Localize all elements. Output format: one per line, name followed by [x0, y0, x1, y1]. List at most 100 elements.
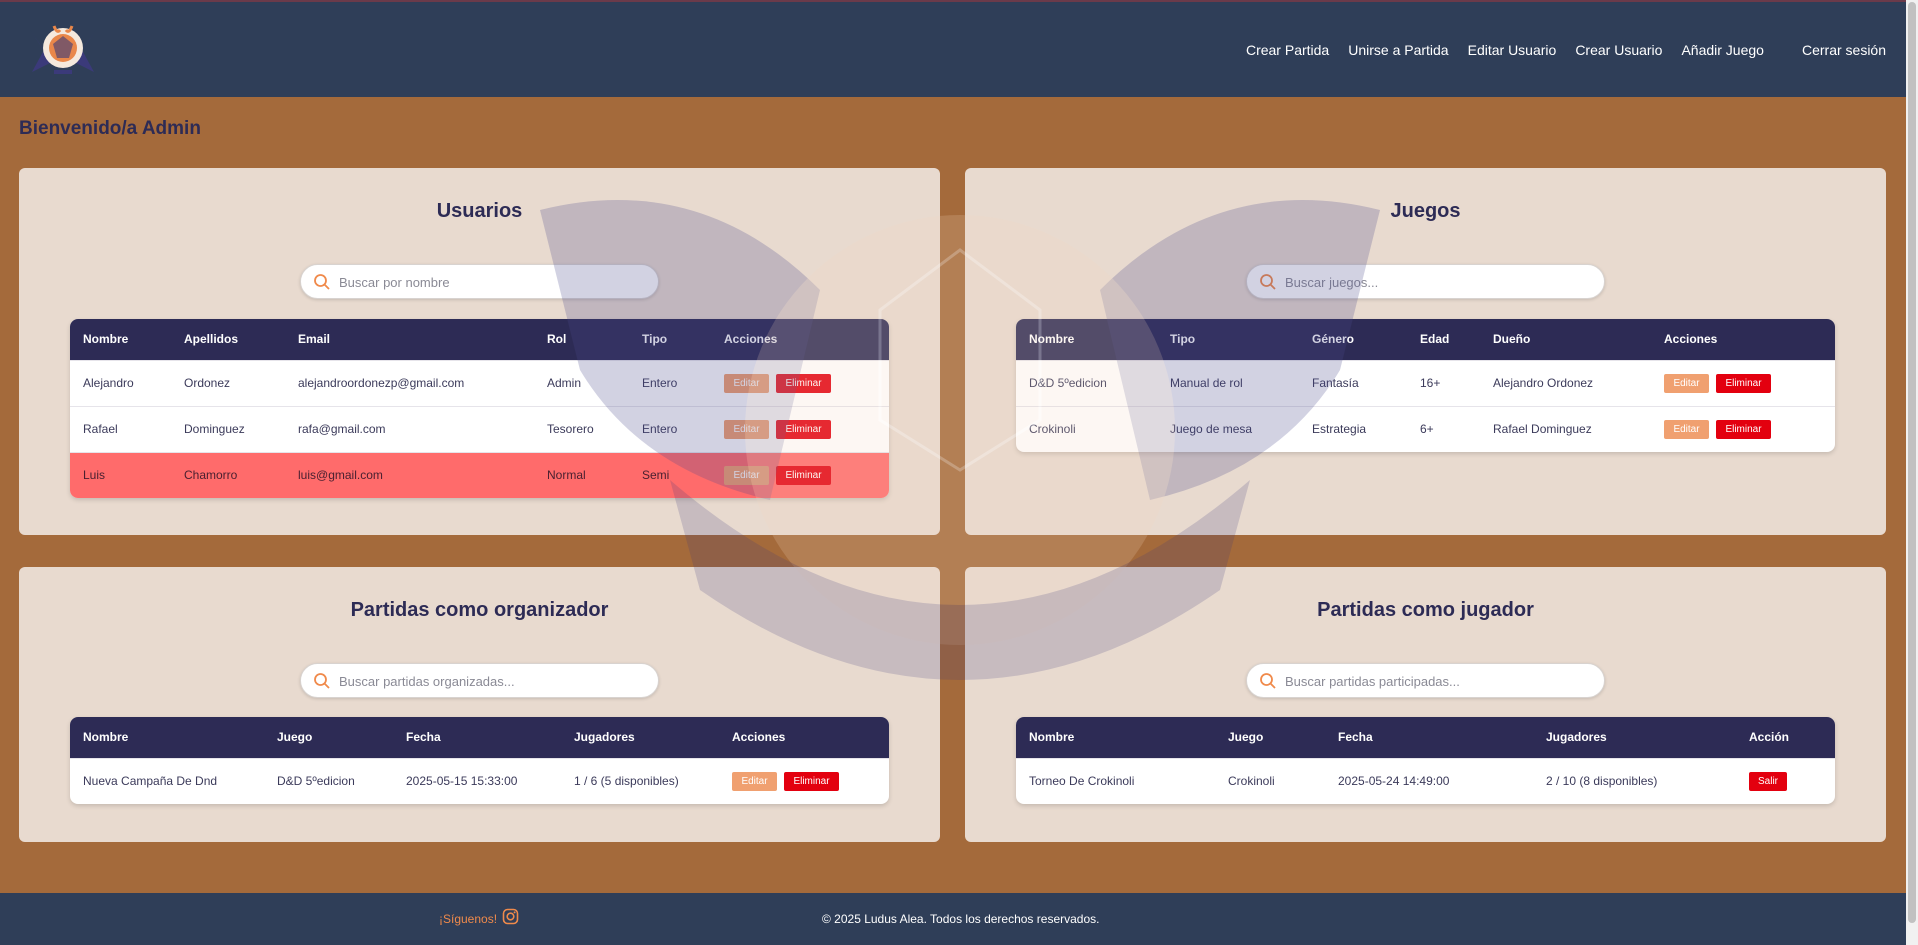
col-tipo: Tipo: [1170, 332, 1196, 346]
search-icon: [1260, 673, 1276, 689]
cell-email: rafa@gmail.com: [298, 422, 386, 436]
table-row: Nueva Campaña De Dnd D&D 5ºedicion 2025-…: [70, 758, 889, 804]
table-header: Nombre Juego Fecha Jugadores Acciones: [70, 717, 889, 758]
search-icon: [1260, 274, 1276, 290]
col-acciones: Acciones: [724, 332, 778, 346]
table-header: Nombre Apellidos Email Rol Tipo Acciones: [70, 319, 889, 360]
users-search-box: [300, 264, 659, 299]
cell-nombre: Crokinoli: [1029, 422, 1076, 436]
nav-crear-usuario[interactable]: Crear Usuario: [1575, 42, 1662, 58]
player-search-input[interactable]: [1285, 670, 1585, 692]
col-nombre: Nombre: [83, 332, 129, 346]
table-header: Nombre Juego Fecha Jugadores Acción: [1016, 717, 1835, 758]
col-dueno: Dueño: [1493, 332, 1531, 346]
cell-genero: Fantasía: [1312, 376, 1359, 390]
edit-button[interactable]: Editar: [724, 420, 769, 439]
cell-tipo: Juego de mesa: [1170, 422, 1253, 436]
organizer-table: Nombre Juego Fecha Jugadores Acciones Nu…: [70, 717, 889, 804]
users-table: Nombre Apellidos Email Rol Tipo Acciones…: [70, 319, 889, 498]
cell-nombre: Torneo De Crokinoli: [1029, 774, 1135, 788]
player-search-box: [1246, 663, 1605, 698]
search-icon: [314, 274, 330, 290]
col-fecha: Fecha: [406, 730, 441, 744]
welcome-heading: Bienvenido/a Admin: [19, 118, 201, 139]
edit-button[interactable]: Editar: [1664, 374, 1709, 393]
cell-nombre: Luis: [83, 468, 106, 482]
organizer-search-input[interactable]: [339, 670, 639, 692]
cell-apellidos: Chamorro: [184, 468, 238, 482]
cell-rol: Normal: [547, 468, 586, 482]
cell-apellidos: Ordonez: [184, 376, 231, 390]
cell-genero: Estrategia: [1312, 422, 1367, 436]
scrollbar-thumb[interactable]: [1908, 2, 1916, 923]
page-scrollbar[interactable]: [1906, 0, 1918, 945]
main-nav: Crear Partida Unirse a Partida Editar Us…: [1227, 42, 1886, 58]
ludus-alea-logo[interactable]: [24, 20, 102, 82]
organizer-search-box: [300, 663, 659, 698]
delete-button[interactable]: Eliminar: [776, 420, 831, 439]
player-table: Nombre Juego Fecha Jugadores Acción Torn…: [1016, 717, 1835, 804]
col-email: Email: [298, 332, 331, 346]
col-jugadores: Jugadores: [1546, 730, 1607, 744]
col-apellidos: Apellidos: [184, 332, 239, 346]
cell-dueno: Rafael Dominguez: [1493, 422, 1592, 436]
copyright-text: © 2025 Ludus Alea. Todos los derechos re…: [822, 912, 1100, 926]
table-row: Torneo De Crokinoli Crokinoli 2025-05-24…: [1016, 758, 1835, 804]
table-row: Alejandro Ordonez alejandroordonezp@gmai…: [70, 360, 889, 406]
cell-email: luis@gmail.com: [298, 468, 383, 482]
cell-rol: Tesorero: [547, 422, 594, 436]
col-accion: Acción: [1749, 730, 1790, 744]
games-table: Nombre Tipo Género Edad Dueño Acciones D…: [1016, 319, 1835, 452]
nav-crear-partida[interactable]: Crear Partida: [1246, 42, 1329, 58]
cell-nombre: Nueva Campaña De Dnd: [83, 774, 218, 788]
edit-button[interactable]: Editar: [724, 466, 769, 485]
edit-button[interactable]: Editar: [724, 374, 769, 393]
cell-nombre: Alejandro: [83, 376, 134, 390]
footer: ¡Síguenos! © 2025 Ludus Alea. Todos los …: [0, 893, 1918, 945]
search-icon: [314, 673, 330, 689]
col-tipo: Tipo: [642, 332, 668, 346]
leave-button[interactable]: Salir: [1749, 772, 1787, 791]
col-fecha: Fecha: [1338, 730, 1373, 744]
top-navbar: Crear Partida Unirse a Partida Editar Us…: [0, 0, 1918, 97]
col-rol: Rol: [547, 332, 567, 346]
nav-editar-usuario[interactable]: Editar Usuario: [1468, 42, 1557, 58]
games-search-input[interactable]: [1285, 271, 1585, 293]
player-panel: Partidas como jugador Nombre Juego Fecha…: [965, 567, 1886, 842]
cell-tipo: Manual de rol: [1170, 376, 1243, 390]
cell-juego: Crokinoli: [1228, 774, 1275, 788]
table-header: Nombre Tipo Género Edad Dueño Acciones: [1016, 319, 1835, 360]
col-juego: Juego: [277, 730, 313, 744]
col-edad: Edad: [1420, 332, 1450, 346]
users-search-input[interactable]: [339, 271, 639, 293]
col-nombre: Nombre: [1029, 730, 1075, 744]
col-jugadores: Jugadores: [574, 730, 635, 744]
users-title: Usuarios: [436, 200, 523, 222]
delete-button[interactable]: Eliminar: [776, 466, 831, 485]
organizer-panel: Partidas como organizador Nombre Juego F…: [19, 567, 940, 842]
col-acciones: Acciones: [732, 730, 786, 744]
table-row: Rafael Dominguez rafa@gmail.com Tesorero…: [70, 406, 889, 452]
follow-us-link[interactable]: ¡Síguenos!: [439, 912, 497, 926]
cell-apellidos: Dominguez: [184, 422, 245, 436]
col-nombre: Nombre: [83, 730, 129, 744]
cell-email: alejandroordonezp@gmail.com: [298, 376, 465, 390]
games-panel: Juegos Nombre Tipo Género Edad Dueño Acc…: [965, 168, 1886, 535]
cell-tipo: Entero: [642, 422, 678, 436]
cell-edad: 6+: [1420, 422, 1434, 436]
nav-unirse-partida[interactable]: Unirse a Partida: [1348, 42, 1448, 58]
edit-button[interactable]: Editar: [732, 772, 777, 791]
delete-button[interactable]: Eliminar: [1716, 374, 1771, 393]
delete-button[interactable]: Eliminar: [1716, 420, 1771, 439]
cell-jugadores: 1 / 6 (5 disponibles): [574, 774, 679, 788]
instagram-icon[interactable]: [502, 908, 519, 925]
cell-fecha: 2025-05-24 14:49:00: [1338, 774, 1450, 788]
cell-fecha: 2025-05-15 15:33:00: [406, 774, 518, 788]
logout-link[interactable]: Cerrar sesión: [1802, 42, 1886, 58]
cell-tipo: Entero: [642, 376, 678, 390]
delete-button[interactable]: Eliminar: [784, 772, 839, 791]
delete-button[interactable]: Eliminar: [776, 374, 831, 393]
nav-anadir-juego[interactable]: Añadir Juego: [1681, 42, 1764, 58]
edit-button[interactable]: Editar: [1664, 420, 1709, 439]
col-juego: Juego: [1228, 730, 1264, 744]
